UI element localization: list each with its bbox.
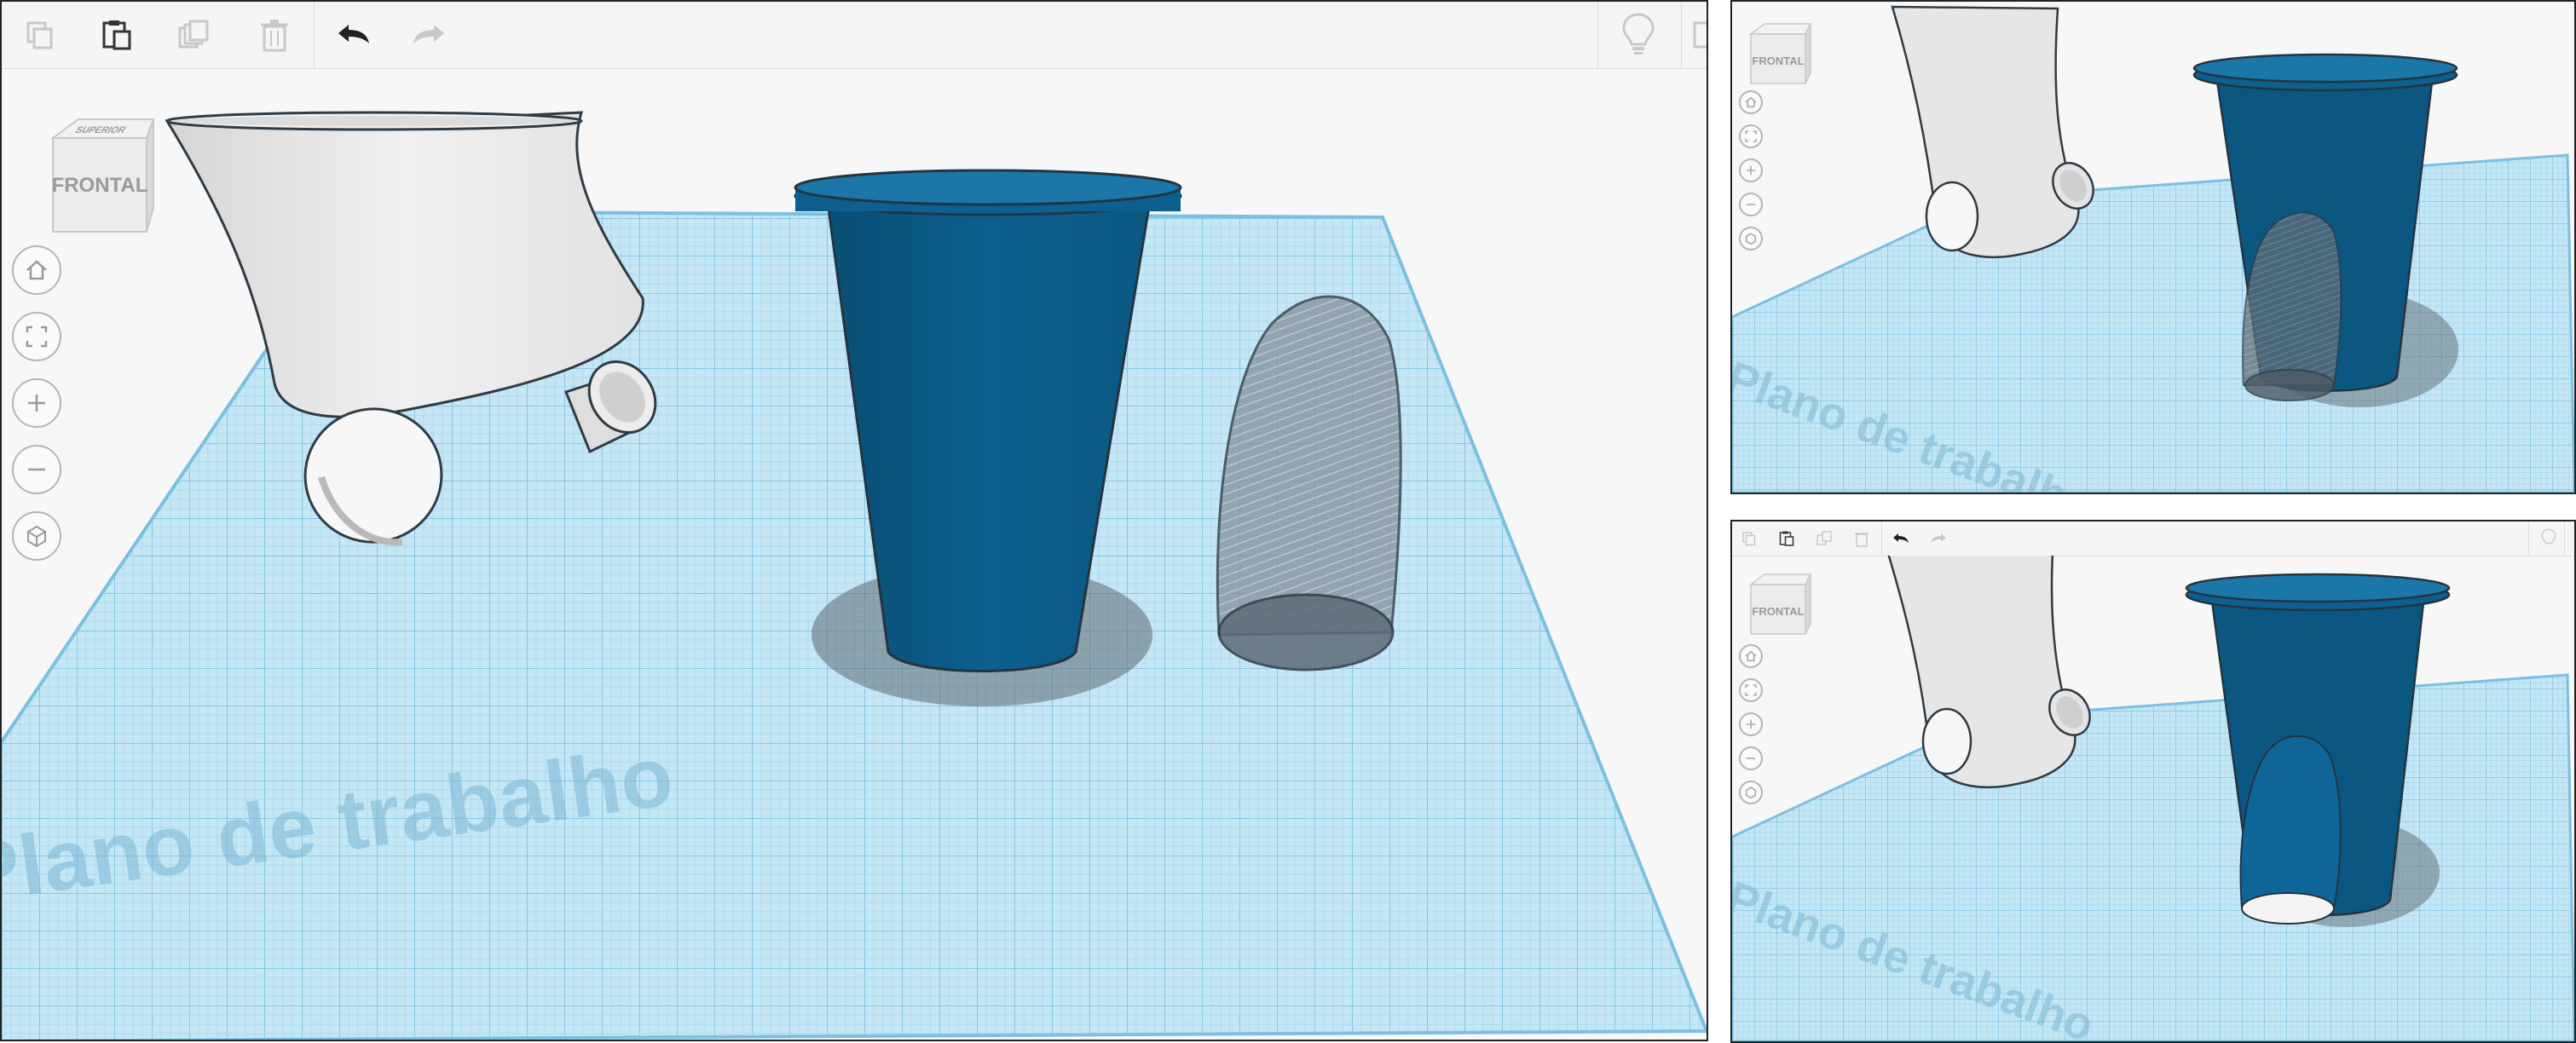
scene-canvas-bottom[interactable]: Plano de trabalho [1732, 556, 2574, 1041]
lightbulb-icon [1622, 13, 1655, 55]
trash-icon [1855, 533, 1868, 547]
duplicate-icon [1816, 531, 1832, 545]
gray-vase-shape[interactable] [1891, 5, 2101, 259]
delete-button[interactable] [253, 14, 296, 56]
duplicate-button[interactable] [172, 14, 215, 56]
delete-button[interactable] [1851, 528, 1872, 549]
workplane[interactable]: Plano de trabalho [1732, 673, 2574, 1041]
panel-icon [1693, 21, 1707, 49]
duplicate-icon [178, 20, 209, 49]
main-viewport[interactable]: SUPERIOR FRONTAL Plano de trabalho [0, 0, 1708, 1041]
redo-icon [413, 25, 444, 43]
copy-button[interactable] [1739, 528, 1759, 549]
undo-icon [1893, 533, 1909, 543]
undo-button[interactable] [1891, 528, 1911, 549]
duplicate-button[interactable] [1814, 528, 1834, 549]
paste-icon [102, 20, 131, 50]
lightbulb-icon [2541, 528, 2556, 545]
paste-button[interactable] [1776, 528, 1797, 549]
redo-button[interactable] [407, 14, 450, 56]
scene-canvas[interactable]: Plano de trabalho [2, 68, 1707, 1041]
trash-icon [261, 20, 288, 52]
preview-viewport-bottom[interactable]: FRONTAL Plano de trabalho [1730, 520, 2576, 1043]
hint-button[interactable] [1614, 10, 1662, 58]
toolbar [2, 2, 1707, 69]
redo-icon [1931, 533, 1946, 543]
undo-icon [338, 25, 369, 43]
copy-button[interactable] [19, 14, 61, 56]
copy-icon [26, 21, 53, 49]
paste-button[interactable] [95, 14, 138, 56]
undo-button[interactable] [332, 14, 375, 56]
redo-button[interactable] [1928, 528, 1949, 549]
toolbar-small [1732, 522, 2574, 556]
hint-button[interactable] [2537, 527, 2561, 550]
preview-viewport-top[interactable]: FRONTAL Plano de trabalho [1730, 0, 2576, 494]
scene-canvas-top[interactable]: Plano de trabalho [1732, 2, 2574, 493]
paste-icon [1779, 531, 1794, 546]
copy-icon [1742, 532, 1756, 546]
more-tools-button[interactable] [1688, 14, 1707, 56]
